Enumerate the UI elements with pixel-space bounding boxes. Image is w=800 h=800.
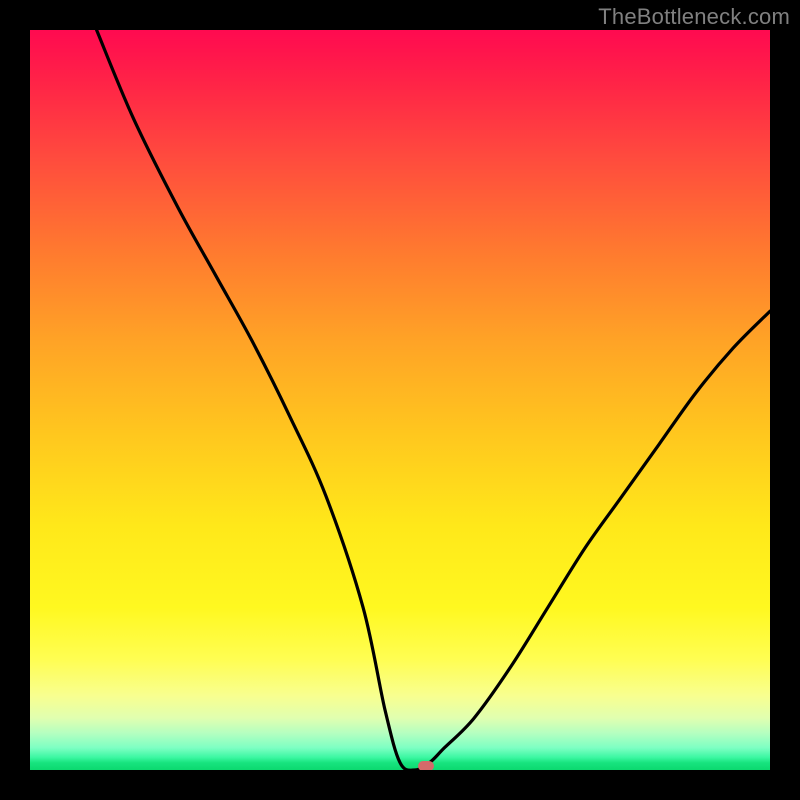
bottleneck-curve xyxy=(30,30,770,770)
plot-area xyxy=(30,30,770,770)
chart-frame: TheBottleneck.com xyxy=(0,0,800,800)
watermark-label: TheBottleneck.com xyxy=(598,4,790,30)
optimal-marker xyxy=(418,761,434,770)
